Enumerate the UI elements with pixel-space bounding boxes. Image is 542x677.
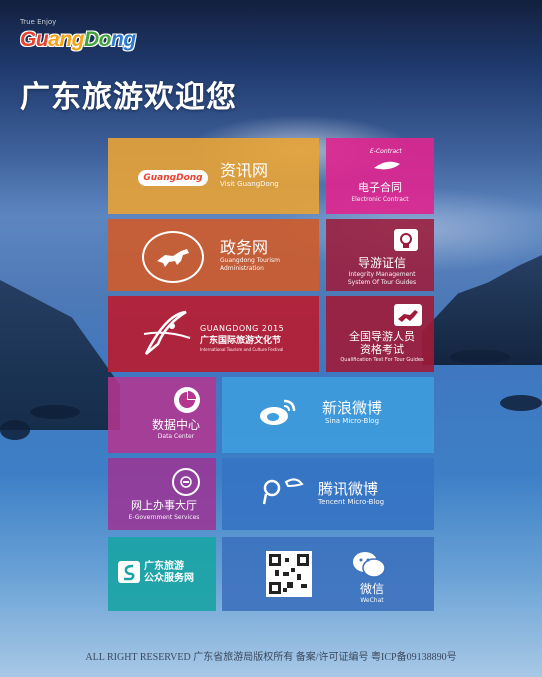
- tile-government-sublabel: Administration: [220, 265, 264, 272]
- logo-brand: GuangDong: [20, 28, 136, 52]
- tile-guide-integrity[interactable]: 导游证信 Integrity Management System Of Tour…: [326, 219, 434, 291]
- wechat-icon: [353, 552, 386, 578]
- tile-guide-integrity-label: 导游证信: [357, 256, 406, 270]
- tile-guide-integrity-sublabel: Integrity Management: [348, 271, 416, 278]
- rock: [500, 395, 542, 411]
- tile-info-portal[interactable]: GuangDong 资讯网 Visit GuangDong: [108, 138, 319, 214]
- tile-e-contract-label: 电子合同: [358, 181, 402, 194]
- pie-chart-icon: [174, 387, 200, 413]
- footer-copyright: ALL RIGHT RESERVED 广东省旅游局版权所有 备案/许可证编号 粤…: [85, 652, 457, 663]
- public-service-logo-icon: [118, 561, 140, 583]
- tile-guide-exam-label: 全国导游人员: [349, 330, 415, 343]
- tile-e-services-sublabel: E-Government Services: [128, 514, 200, 521]
- festival-emblem-icon: [143, 310, 191, 355]
- tile-sina-weibo[interactable]: 新浪微博 Sina Micro-Blog: [222, 377, 434, 453]
- tile-sina-label: 新浪微博: [322, 399, 383, 417]
- tile-tencent-sublabel: Tencent Micro-Blog: [318, 498, 385, 506]
- e-contract-badge: E-Contract: [370, 148, 402, 155]
- tile-sina-sublabel: Sina Micro-Blog: [324, 417, 380, 425]
- brand-letters: ng: [111, 28, 136, 51]
- sina-weibo-icon: [260, 399, 296, 425]
- tile-e-services-label: 网上办事大厅: [131, 499, 197, 512]
- festival-subtitle: International Tourism and Culture Festiv…: [200, 347, 284, 352]
- rock: [0, 420, 30, 440]
- tile-guide-exam-sublabel: Qualification Test For Tour Guides: [340, 357, 424, 363]
- tile-guide-exam-label: 资格考试: [360, 343, 404, 356]
- tile-wechat-label: 微信: [359, 582, 384, 596]
- brand-letters: Gu: [20, 28, 49, 51]
- tile-e-contract[interactable]: E-Contract 电子合同 Electronic Contract: [326, 138, 434, 214]
- tile-public-service[interactable]: 广东旅游 公众服务网: [108, 537, 216, 611]
- page-title: 广东旅游欢迎您: [20, 80, 237, 115]
- tile-government-site[interactable]: 政务网 Guangdong Tourism Administration: [108, 219, 319, 291]
- rock: [30, 405, 80, 419]
- tile-data-center-label: 数据中心: [151, 418, 200, 432]
- tile-info-sublabel: Visit GuangDong: [220, 180, 279, 188]
- tencent-weibo-icon: [262, 478, 304, 505]
- tile-government-sublabel: Guangdong Tourism: [220, 257, 280, 264]
- certificate-icon: [394, 229, 418, 251]
- tile-guide-integrity-sublabel: System Of Tour Guides: [347, 279, 417, 286]
- tile-e-contract-sublabel: Electronic Contract: [351, 196, 409, 203]
- qr-code[interactable]: [266, 551, 312, 597]
- tile-guide-exam[interactable]: 全国导游人员 资格考试 Qualification Test For Tour …: [326, 296, 434, 372]
- tile-wechat-sublabel: WeChat: [360, 597, 384, 604]
- tile-data-center[interactable]: 数据中心 Data Center: [108, 377, 216, 453]
- government-seal-icon: [172, 468, 200, 496]
- guangdong-logo-small: GuangDong: [138, 170, 208, 186]
- tile-data-center-sublabel: Data Center: [157, 433, 195, 440]
- tile-e-services[interactable]: 网上办事大厅 E-Government Services: [108, 458, 216, 530]
- e-contract-icon: [374, 161, 400, 170]
- horse-icon: [394, 304, 422, 326]
- festival-title-cn: 广东国际旅游文化节: [200, 336, 282, 346]
- tile-public-service-label: 公众服务网: [144, 573, 194, 584]
- festival-title-en: GUANGDONG 2015: [200, 324, 285, 333]
- tile-government-label: 政务网: [220, 238, 269, 257]
- brand-letters: Do: [84, 28, 112, 51]
- tile-public-service-label: 广东旅游: [144, 561, 184, 572]
- rock: [450, 350, 510, 364]
- tile-info-label: 资讯网: [220, 161, 269, 180]
- logo-tagline: True Enjoy: [20, 18, 57, 26]
- tile-tencent-weibo[interactable]: 腾讯微博 Tencent Micro-Blog: [222, 458, 434, 530]
- tile-tourism-festival[interactable]: GUANGDONG 2015 广东国际旅游文化节 International T…: [108, 296, 319, 372]
- guangdong-logo[interactable]: True Enjoy GuangDong: [20, 18, 136, 52]
- tile-wechat[interactable]: 微信 WeChat: [222, 537, 434, 611]
- tile-tencent-label: 腾讯微博: [318, 480, 379, 498]
- brand-letters: ang: [48, 28, 85, 51]
- horse-icon: [142, 231, 204, 283]
